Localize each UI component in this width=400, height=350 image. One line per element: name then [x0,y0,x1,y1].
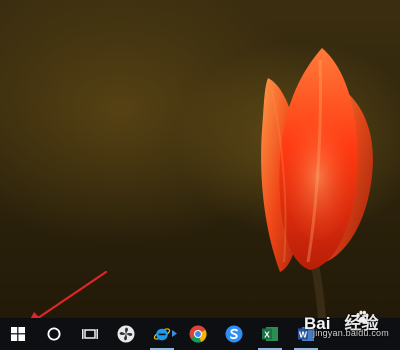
desktop [0,0,400,318]
taskbar: X W [0,318,400,350]
windows-logo-icon [11,327,25,341]
excel-letter: X [264,330,270,340]
task-view-button[interactable] [72,318,108,350]
task-view-icon [82,329,98,339]
word-icon: W [298,327,314,341]
ie-icon [153,328,171,341]
pinwheel-icon [117,325,135,343]
taskbar-word[interactable]: W [288,318,324,350]
taskbar-excel[interactable]: X [252,318,288,350]
cortana-circle-icon [47,327,61,341]
taskbar-sogou[interactable] [216,318,252,350]
word-letter: W [299,330,308,340]
tulip-wallpaper [261,48,373,318]
chrome-icon [189,325,207,343]
chevron-right-icon [172,330,177,337]
excel-icon: X [262,327,278,341]
search-button[interactable] [36,318,72,350]
sogou-s-icon [225,325,243,343]
start-button[interactable] [0,318,36,350]
taskbar-app-pinwheel[interactable] [108,318,144,350]
taskbar-chrome[interactable] [180,318,216,350]
taskbar-internet-explorer[interactable] [144,318,180,350]
